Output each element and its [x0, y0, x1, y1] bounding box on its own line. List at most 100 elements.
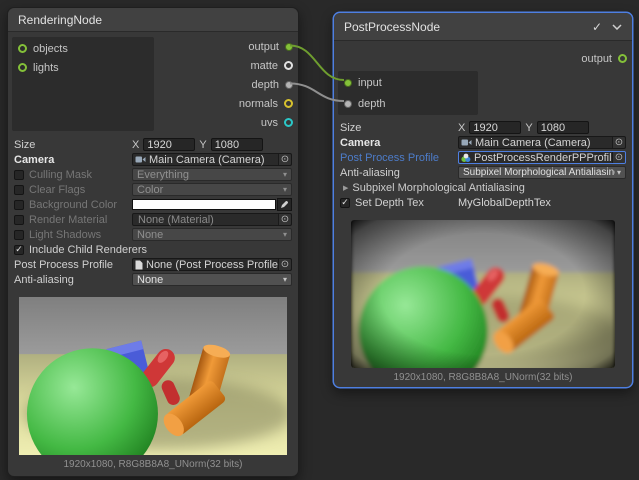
eyedropper-button[interactable] [277, 198, 292, 211]
clear-flags-dropdown[interactable]: Color ▾ [132, 183, 292, 196]
input-ports-panel: objects lights [12, 37, 154, 131]
port-depth[interactable] [344, 100, 352, 108]
culling-mask-checkbox[interactable] [14, 170, 24, 180]
camera-object-field[interactable]: Main Camera (Camera) ⊙ [458, 136, 626, 149]
include-child-renderers-checkbox[interactable]: ✓ [14, 245, 24, 255]
object-picker-icon[interactable]: ⊙ [278, 214, 291, 225]
light-shadows-value: None [137, 229, 281, 241]
render-preview-image [19, 297, 287, 455]
set-depth-tex-label: Set Depth Tex [355, 197, 424, 209]
post-process-profile-value: PostProcessRenderPPProfile (Pos [474, 152, 612, 164]
port-output[interactable] [618, 54, 627, 63]
anti-aliasing-row: Anti-aliasing None ▾ [14, 272, 292, 287]
object-picker-icon[interactable]: ⊙ [278, 259, 291, 270]
culling-mask-value: Everything [137, 169, 281, 181]
postprocess-node-properties: Size X 1920 Y 1080 Camera Main Camera (C… [334, 117, 632, 212]
camera-object-field[interactable]: Main Camera (Camera) ⊙ [132, 153, 292, 166]
port-row-matte: matte [239, 56, 298, 75]
rendering-node[interactable]: RenderingNode objects lights output [7, 7, 299, 477]
port-row-output: output [581, 49, 632, 68]
port-uvs[interactable] [284, 118, 293, 127]
background-color-row: Background Color [14, 197, 292, 212]
size-x-axis-label: X [458, 122, 465, 134]
render-material-value: None (Material) [138, 214, 278, 226]
anti-aliasing-dropdown[interactable]: None ▾ [132, 273, 292, 286]
camera-icon [461, 138, 472, 147]
preview-caption: 1920x1080, R8G8B8A8_UNorm(32 bits) [8, 459, 298, 470]
size-y-axis-label: Y [525, 122, 532, 134]
output-ports-column: output matte depth normals uvs [239, 37, 298, 132]
port-matte[interactable] [284, 61, 293, 70]
postprocess-node-header[interactable]: PostProcessNode ✓ [334, 13, 632, 41]
post-process-profile-object-field[interactable]: PostProcessRenderPPProfile (Pos ⊙ [458, 151, 626, 164]
anti-aliasing-label: Anti-aliasing [340, 167, 400, 179]
port-objects[interactable] [18, 44, 27, 53]
port-row-depth: depth [239, 75, 298, 94]
dropdown-arrow-icon: ▾ [617, 168, 621, 177]
smaa-foldout-label: Subpixel Morphological Antialiasing [352, 182, 524, 194]
background-color-checkbox[interactable] [14, 200, 24, 210]
port-depth[interactable] [285, 81, 293, 89]
rendering-node-header[interactable]: RenderingNode [8, 8, 298, 32]
port-label: output [248, 41, 279, 53]
object-picker-icon[interactable]: ⊙ [612, 137, 625, 148]
light-shadows-label: Light Shadows [29, 229, 101, 241]
post-process-profile-row: Post Process Profile PostProcessRenderPP… [340, 150, 626, 165]
size-y-input[interactable]: 1080 [211, 138, 263, 151]
preview-caption: 1920x1080, R8G8B8A8_UNorm(32 bits) [334, 372, 632, 383]
size-x-axis-label: X [132, 139, 139, 151]
render-material-checkbox[interactable] [14, 215, 24, 225]
port-normals[interactable] [284, 99, 293, 108]
render-material-object-field[interactable]: None (Material) ⊙ [132, 213, 292, 226]
rendering-node-ports: objects lights output matte depth [8, 32, 298, 134]
foldout-arrow-icon: ▶ [343, 184, 348, 192]
object-picker-icon[interactable]: ⊙ [612, 152, 625, 163]
port-output[interactable] [285, 43, 293, 51]
background-color-field[interactable] [132, 198, 292, 211]
object-picker-icon[interactable]: ⊙ [278, 154, 291, 165]
size-row: Size X 1920 Y 1080 [14, 137, 292, 152]
size-x-input[interactable]: 1920 [143, 138, 195, 151]
anti-aliasing-value: Subpixel Morphological Antialiasing [463, 167, 615, 178]
light-shadows-checkbox[interactable] [14, 230, 24, 240]
collapse-chevron-icon[interactable] [612, 24, 622, 30]
postprocess-node-ports: input depth output [334, 41, 632, 117]
include-child-renderers-row: ✓ Include Child Renderers [14, 242, 292, 257]
size-x-input[interactable]: 1920 [469, 121, 521, 134]
postprocess-node[interactable]: PostProcessNode ✓ input depth output [333, 12, 633, 388]
culling-mask-label: Culling Mask [29, 169, 92, 181]
rendering-node-properties: Size X 1920 Y 1080 Camera Main Camera (C… [8, 134, 298, 289]
size-label: Size [340, 122, 361, 134]
post-process-profile-label: Post Process Profile [14, 259, 113, 271]
port-row-normals: normals [239, 94, 298, 113]
anti-aliasing-row: Anti-aliasing Subpixel Morphological Ant… [340, 165, 626, 180]
dropdown-arrow-icon: ▾ [283, 170, 287, 179]
smaa-foldout[interactable]: ▶ Subpixel Morphological Antialiasing [340, 180, 626, 195]
set-depth-tex-row: ✓ Set Depth Tex MyGlobalDepthTex [340, 195, 626, 210]
port-input[interactable] [344, 79, 352, 87]
port-label: matte [250, 60, 278, 72]
port-label: depth [358, 98, 386, 110]
camera-label: Camera [14, 154, 54, 166]
clear-flags-value: Color [137, 184, 281, 196]
clear-flags-checkbox[interactable] [14, 185, 24, 195]
output-ports-column: output [581, 49, 632, 68]
post-process-profile-object-field[interactable]: None (Post Process Profile) ⊙ [132, 258, 292, 271]
port-lights[interactable] [18, 63, 27, 72]
port-label: uvs [261, 117, 278, 129]
check-icon: ✓ [15, 245, 23, 254]
graph-canvas[interactable]: RenderingNode objects lights output [0, 0, 639, 480]
light-shadows-dropdown[interactable]: None ▾ [132, 228, 292, 241]
port-label: lights [33, 62, 59, 74]
size-label: Size [14, 139, 35, 151]
light-shadows-row: Light Shadows None ▾ [14, 227, 292, 242]
size-y-input[interactable]: 1080 [537, 121, 589, 134]
clear-flags-row: Clear Flags Color ▾ [14, 182, 292, 197]
post-process-profile-label[interactable]: Post Process Profile [340, 152, 439, 164]
node-enabled-checkbox[interactable]: ✓ [592, 21, 602, 33]
set-depth-tex-checkbox[interactable]: ✓ [340, 198, 350, 208]
anti-aliasing-dropdown[interactable]: Subpixel Morphological Antialiasing ▾ [458, 166, 626, 179]
color-swatch[interactable] [132, 199, 276, 210]
culling-mask-dropdown[interactable]: Everything ▾ [132, 168, 292, 181]
set-depth-tex-value[interactable]: MyGlobalDepthTex [458, 197, 551, 209]
